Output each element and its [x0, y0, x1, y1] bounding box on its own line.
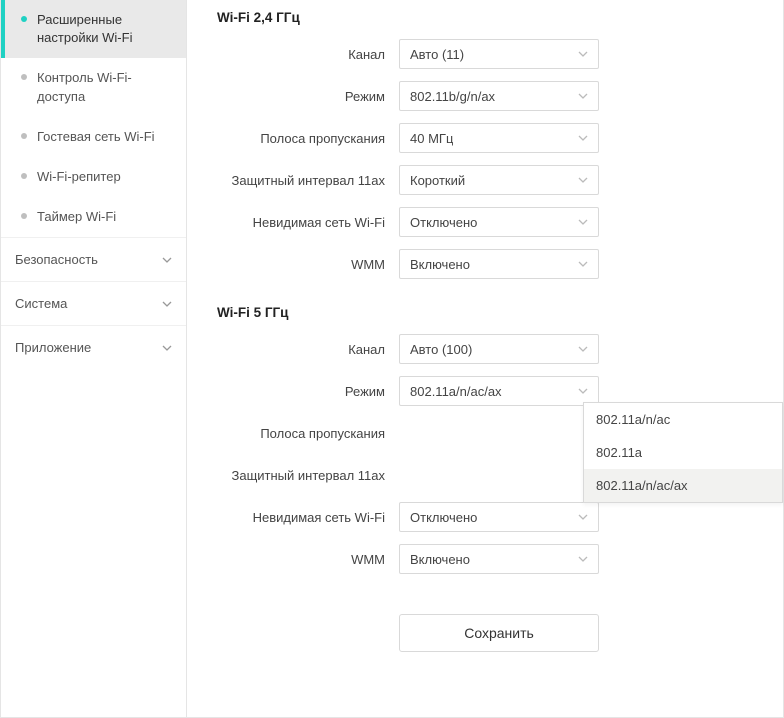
chevron-down-icon [578, 91, 588, 101]
chevron-down-icon [578, 133, 588, 143]
sidebar-category-security[interactable]: Безопасность [1, 237, 186, 281]
sidebar-item-label: Таймер Wi-Fi [37, 208, 116, 226]
dropdown-option[interactable]: 802.11a/n/ac/ax [584, 469, 782, 502]
bullet-icon [21, 173, 27, 179]
select-wifi24-hidden[interactable]: Отключено [399, 207, 599, 237]
chevron-down-icon [578, 386, 588, 396]
chevron-down-icon [578, 344, 588, 354]
select-value: Отключено [410, 510, 477, 525]
select-value: Включено [410, 257, 470, 272]
bullet-icon [21, 133, 27, 139]
save-button-label: Сохранить [464, 625, 534, 641]
form-label: Полоса пропускания [217, 426, 399, 441]
form-label: WMM [217, 552, 399, 567]
sidebar-item-label: Гостевая сеть Wi-Fi [37, 128, 155, 146]
select-wifi5-channel[interactable]: Авто (100) [399, 334, 599, 364]
form-label: WMM [217, 257, 399, 272]
row-wifi24-mode: Режим 802.11b/g/n/ax [217, 81, 753, 111]
chevron-down-icon [578, 217, 588, 227]
row-wifi24-channel: Канал Авто (11) [217, 39, 753, 69]
save-row: Сохранить [217, 614, 753, 652]
sidebar-item-guest-wifi[interactable]: Гостевая сеть Wi-Fi [1, 117, 186, 157]
row-wifi24-bandwidth: Полоса пропускания 40 МГц [217, 123, 753, 153]
sidebar: Расширенные настройки Wi-Fi Контроль Wi-… [1, 0, 187, 717]
form-label: Режим [217, 89, 399, 104]
dropdown-option[interactable]: 802.11a [584, 436, 782, 469]
sidebar-item-label: Расширенные настройки Wi-Fi [37, 11, 176, 47]
row-wifi24-wmm: WMM Включено [217, 249, 753, 279]
sidebar-category-label: Система [15, 296, 67, 311]
select-wifi24-wmm[interactable]: Включено [399, 249, 599, 279]
chevron-down-icon [578, 554, 588, 564]
row-wifi5-hidden: Невидимая сеть Wi-Fi Отключено [217, 502, 753, 532]
row-wifi5-wmm: WMM Включено [217, 544, 753, 574]
select-wifi5-mode[interactable]: 802.11a/n/ac/ax [399, 376, 599, 406]
chevron-down-icon [162, 299, 172, 309]
form-label: Канал [217, 342, 399, 357]
sidebar-item-advanced-wifi[interactable]: Расширенные настройки Wi-Fi [1, 0, 186, 58]
select-value: Авто (11) [410, 47, 464, 62]
chevron-down-icon [162, 255, 172, 265]
chevron-down-icon [578, 49, 588, 59]
section-title-wifi24: Wi-Fi 2,4 ГГц [217, 8, 753, 25]
sidebar-category-system[interactable]: Система [1, 281, 186, 325]
save-button[interactable]: Сохранить [399, 614, 599, 652]
form-label: Невидимая сеть Wi-Fi [217, 215, 399, 230]
sidebar-category-application[interactable]: Приложение [1, 325, 186, 369]
sidebar-item-label: Wi-Fi-репитер [37, 168, 121, 186]
select-wifi5-wmm[interactable]: Включено [399, 544, 599, 574]
chevron-down-icon [162, 343, 172, 353]
sidebar-category-label: Приложение [15, 340, 91, 355]
dropdown-option[interactable]: 802.11a/n/ac [584, 403, 782, 436]
select-wifi24-channel[interactable]: Авто (11) [399, 39, 599, 69]
section-title-wifi5: Wi-Fi 5 ГГц [217, 303, 753, 320]
form-label: Полоса пропускания [217, 131, 399, 146]
row-wifi5-channel: Канал Авто (100) [217, 334, 753, 364]
dropdown-wifi5-mode: 802.11a/n/ac 802.11a 802.11a/n/ac/ax [583, 402, 783, 503]
select-value: 40 МГц [410, 131, 453, 146]
sidebar-category-label: Безопасность [15, 252, 98, 267]
bullet-icon [21, 74, 27, 80]
form-label: Невидимая сеть Wi-Fi [217, 510, 399, 525]
select-value: Отключено [410, 215, 477, 230]
select-wifi24-bandwidth[interactable]: 40 МГц [399, 123, 599, 153]
select-wifi24-guard-interval[interactable]: Короткий [399, 165, 599, 195]
select-value: Авто (100) [410, 342, 472, 357]
select-value: 802.11a/n/ac/ax [410, 384, 502, 399]
row-wifi24-guard-interval: Защитный интервал 11ax Короткий [217, 165, 753, 195]
select-value: Включено [410, 552, 470, 567]
bullet-icon [21, 16, 27, 22]
sidebar-item-wifi-access-control[interactable]: Контроль Wi-Fi-доступа [1, 58, 186, 116]
row-wifi24-hidden: Невидимая сеть Wi-Fi Отключено [217, 207, 753, 237]
select-value: Короткий [410, 173, 465, 188]
sidebar-item-label: Контроль Wi-Fi-доступа [37, 69, 176, 105]
sidebar-sub-group: Расширенные настройки Wi-Fi Контроль Wi-… [1, 0, 186, 237]
sidebar-item-wifi-repeater[interactable]: Wi-Fi-репитер [1, 157, 186, 197]
form-label: Защитный интервал 11ax [217, 173, 399, 188]
bullet-icon [21, 213, 27, 219]
chevron-down-icon [578, 512, 588, 522]
select-wifi24-mode[interactable]: 802.11b/g/n/ax [399, 81, 599, 111]
chevron-down-icon [578, 259, 588, 269]
sidebar-item-wifi-timer[interactable]: Таймер Wi-Fi [1, 197, 186, 237]
select-value: 802.11b/g/n/ax [410, 89, 495, 104]
chevron-down-icon [578, 175, 588, 185]
select-wifi5-hidden[interactable]: Отключено [399, 502, 599, 532]
form-label: Защитный интервал 11ax [217, 468, 399, 483]
form-label: Режим [217, 384, 399, 399]
content-area: Wi-Fi 2,4 ГГц Канал Авто (11) Режим 802.… [187, 0, 783, 717]
form-label: Канал [217, 47, 399, 62]
